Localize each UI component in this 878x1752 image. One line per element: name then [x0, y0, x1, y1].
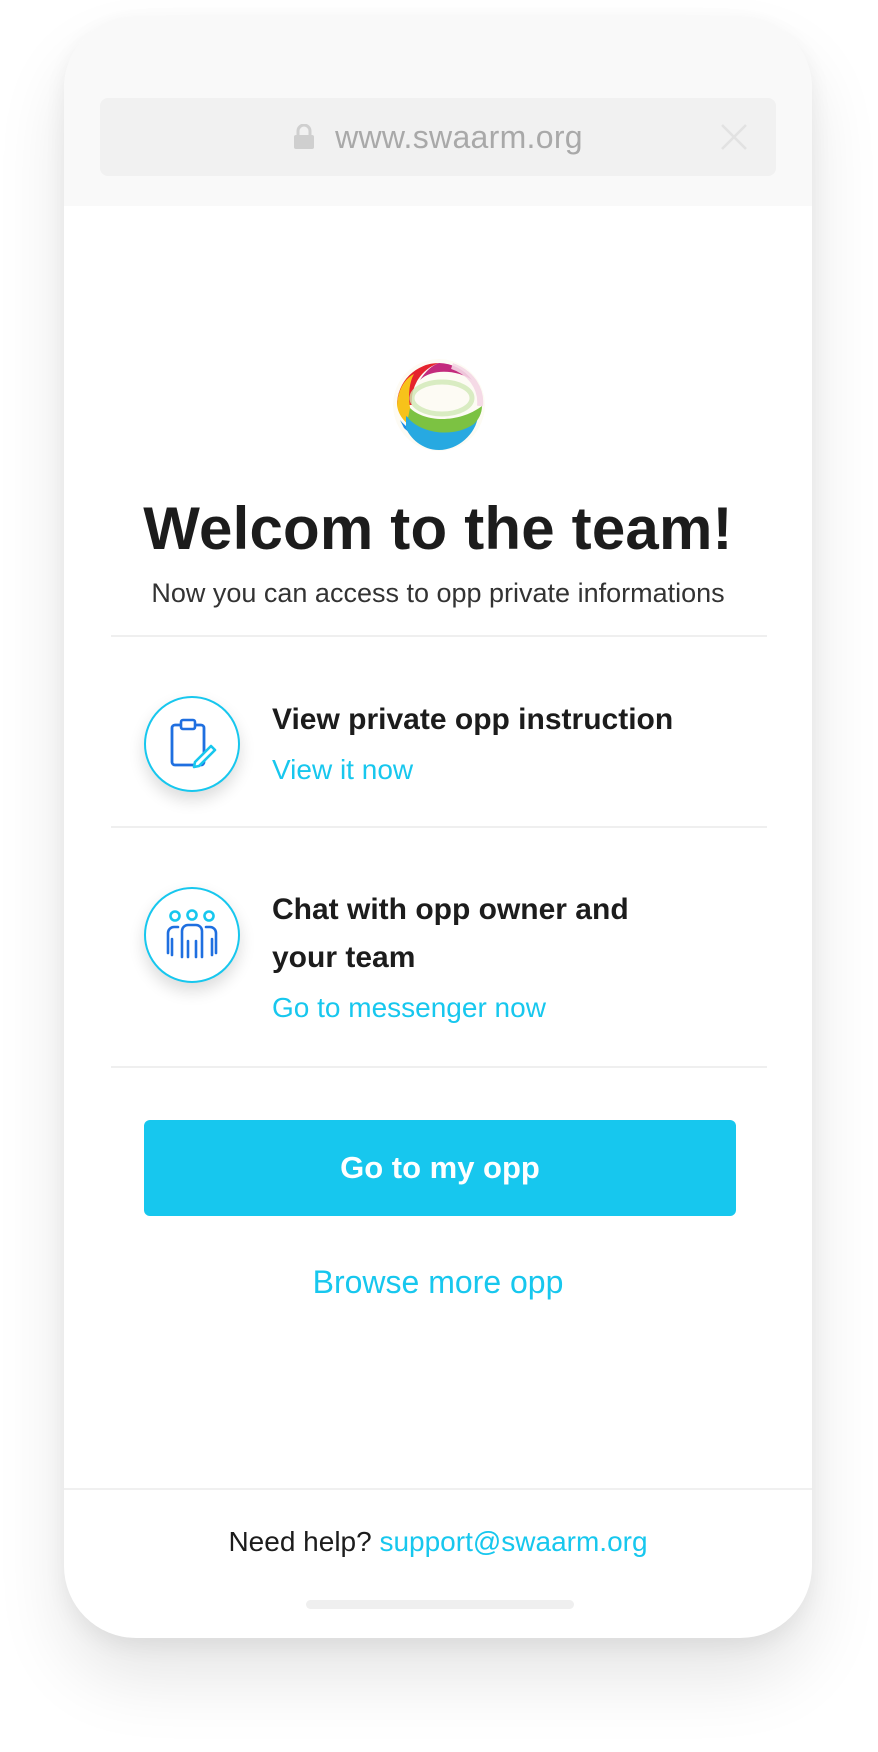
feature-title-chat-line2: your team: [272, 941, 416, 974]
close-icon[interactable]: [718, 121, 750, 153]
clipboard-edit-icon[interactable]: [144, 696, 240, 792]
home-indicator[interactable]: [306, 1600, 574, 1609]
phone-frame: www.swaarm.org Welcom to the team! Now y…: [64, 16, 812, 1638]
footer-divider: [64, 1488, 812, 1490]
feature-title-chat: Chat with opp owner and your team: [272, 886, 692, 982]
footer-help: Need help? support@swaarm.org: [64, 1526, 812, 1558]
lock-icon: [293, 124, 315, 150]
go-to-my-opp-button[interactable]: Go to my opp: [144, 1120, 736, 1216]
help-text: Need help?: [228, 1526, 372, 1557]
team-icon[interactable]: [144, 887, 240, 983]
support-email-link[interactable]: support@swaarm.org: [379, 1526, 647, 1557]
swaarm-logo: [392, 358, 486, 452]
divider: [111, 635, 767, 637]
go-to-messenger-link[interactable]: Go to messenger now: [272, 992, 546, 1024]
address-bar-content: www.swaarm.org: [100, 98, 776, 176]
url-text: www.swaarm.org: [335, 118, 583, 155]
address-bar[interactable]: www.swaarm.org: [100, 98, 776, 176]
page-title: Welcom to the team!: [143, 495, 733, 562]
divider: [111, 1066, 767, 1068]
feature-title-instruction: View private opp instruction: [272, 703, 674, 736]
browser-topbar: www.swaarm.org: [64, 16, 812, 206]
divider: [111, 826, 767, 828]
page-subtitle: Now you can access to opp private inform…: [151, 578, 725, 608]
feature-title-chat-line1: Chat with opp owner and: [272, 893, 629, 926]
browse-more-opp-link[interactable]: Browse more opp: [64, 1264, 812, 1301]
view-it-now-link[interactable]: View it now: [272, 754, 413, 786]
